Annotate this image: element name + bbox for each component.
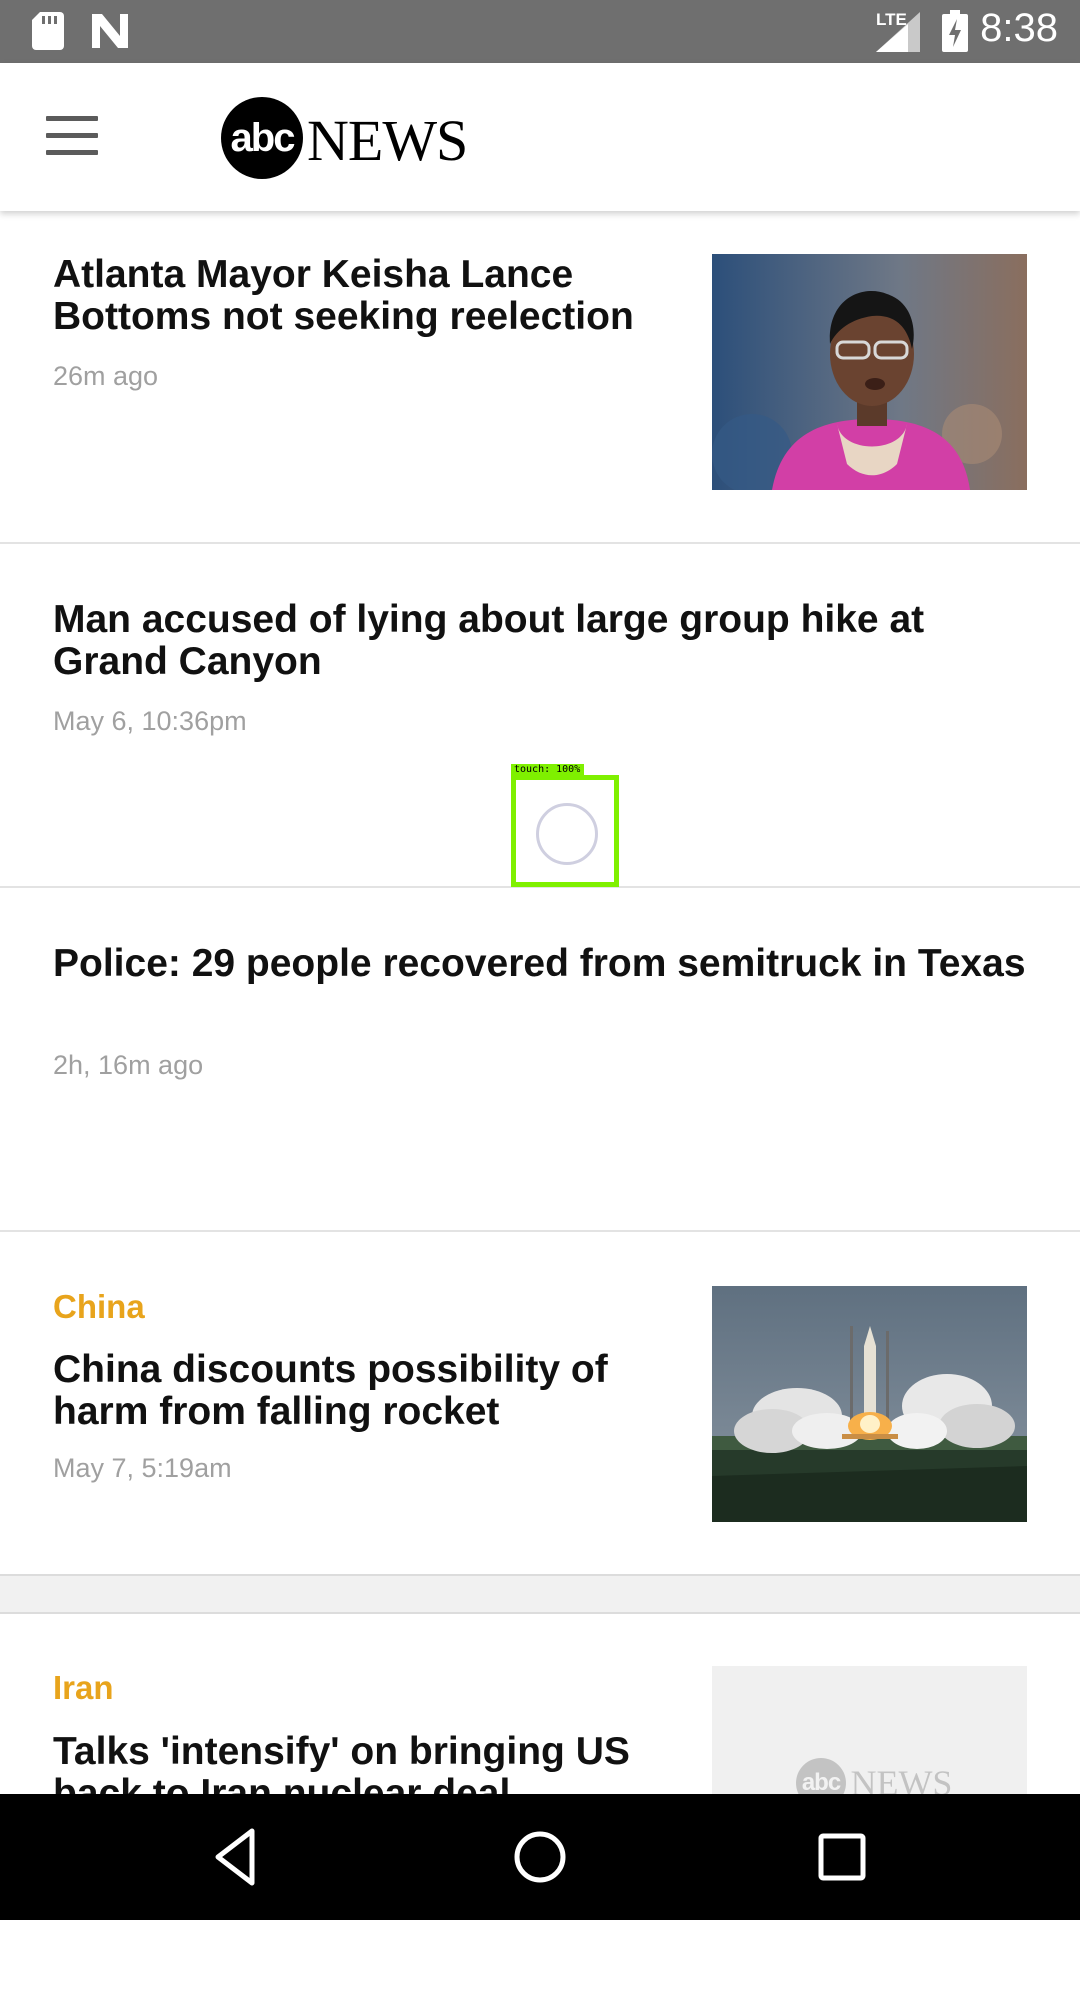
n-notification-icon (92, 14, 128, 48)
signal-icon (876, 12, 920, 52)
article-headline[interactable]: Atlanta Mayor Keisha Lance Bottoms not s… (53, 254, 653, 338)
touch-indicator (511, 775, 619, 887)
navigation-bar (0, 1794, 1080, 1920)
app-bar: abc NEWS (0, 63, 1080, 211)
article-category[interactable]: Iran (53, 1669, 114, 1707)
recents-icon[interactable] (810, 1825, 874, 1889)
touch-point-icon (536, 803, 598, 865)
hamburger-menu-icon[interactable] (46, 116, 98, 158)
article-category[interactable]: China (53, 1288, 145, 1326)
article-card[interactable]: China China discounts possibility of har… (0, 1232, 1080, 1574)
status-bar: LTE 8:38 (0, 0, 1080, 63)
article-card[interactable]: Atlanta Mayor Keisha Lance Bottoms not s… (0, 211, 1080, 544)
battery-charging-icon (942, 10, 968, 52)
back-icon[interactable] (206, 1825, 270, 1889)
abc-logo-mark: abc (221, 97, 303, 179)
article-headline[interactable]: Police: 29 people recovered from semitru… (53, 943, 1033, 985)
article-headline[interactable]: Man accused of lying about large group h… (53, 599, 1033, 683)
article-thumbnail[interactable] (712, 254, 1027, 490)
home-icon[interactable] (508, 1825, 572, 1889)
article-card[interactable]: Police: 29 people recovered from semitru… (0, 888, 1080, 1232)
section-divider (0, 1574, 1080, 1614)
news-logo-text: NEWS (307, 108, 468, 173)
clock: 8:38 (980, 6, 1058, 50)
article-timestamp: May 6, 10:36pm (53, 706, 247, 736)
touch-indicator-label: touch: 100% (511, 764, 584, 776)
sd-card-icon (32, 12, 64, 50)
news-feed: Atlanta Mayor Keisha Lance Bottoms not s… (0, 211, 1080, 2014)
article-timestamp: May 7, 5:19am (53, 1453, 232, 1483)
article-timestamp: 2h, 16m ago (53, 1050, 204, 1080)
article-timestamp: 26m ago (53, 361, 159, 391)
article-headline[interactable]: China discounts possibility of harm from… (53, 1349, 653, 1433)
article-thumbnail[interactable] (712, 1286, 1027, 1522)
